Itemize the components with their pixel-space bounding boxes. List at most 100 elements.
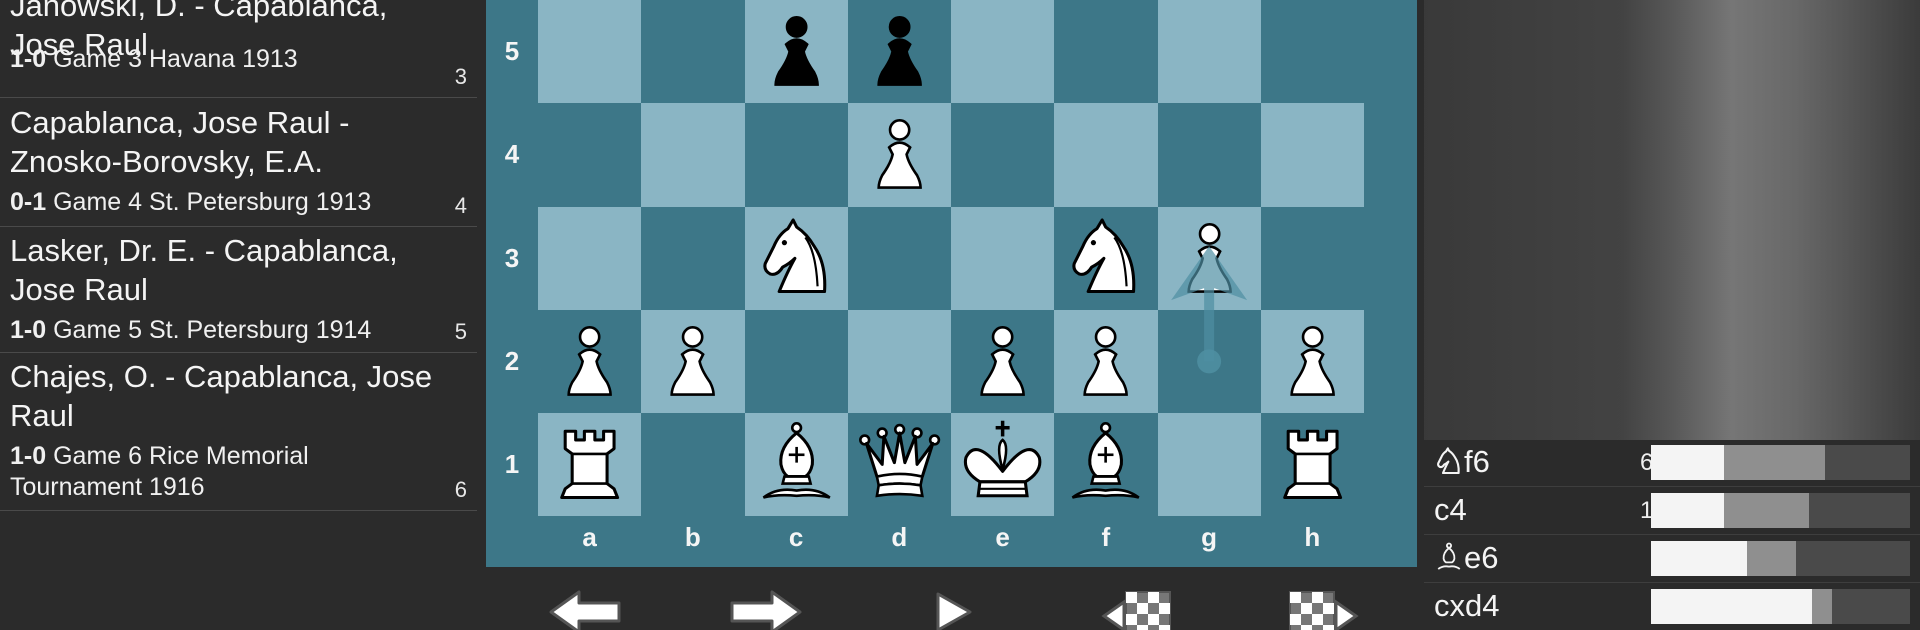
previous-game-button[interactable] xyxy=(1098,588,1178,630)
game-event: Game 4 St. Petersburg 1913 xyxy=(53,188,372,216)
move-result-bar xyxy=(1651,445,1910,480)
game-event: Game 5 St. Petersburg 1914 xyxy=(53,316,372,344)
game-number: 4 xyxy=(454,193,467,218)
white-bishop-icon[interactable] xyxy=(1062,419,1149,506)
white-pawn-icon[interactable] xyxy=(1166,213,1253,300)
white-knight-icon[interactable] xyxy=(1062,213,1149,300)
game-players: Capablanca, Jose Raul - Znosko-Borovsky,… xyxy=(10,105,350,179)
board-square-g4[interactable] xyxy=(1157,103,1261,207)
board-square-e4[interactable] xyxy=(951,103,1055,207)
move-result-bar xyxy=(1651,493,1910,528)
game-list-item[interactable]: Lasker, Dr. E. - Capablanca, Jose Raul 1-… xyxy=(0,227,477,353)
move-result-bar xyxy=(1651,541,1910,576)
explorer-move-row[interactable]: cxd49 xyxy=(1424,584,1920,630)
game-meta: 1-0 Game 3 Havana 1913 xyxy=(10,44,430,75)
file-label: g xyxy=(1201,522,1218,552)
rank-label: 5 xyxy=(504,36,520,66)
game-meta: 1-0 Game 6 Rice Memorial Tournament 1916 xyxy=(10,441,430,503)
game-result: 1-0 xyxy=(10,316,47,344)
bishop-icon xyxy=(1434,540,1464,575)
white-bishop-icon[interactable] xyxy=(753,419,840,506)
board-square-a4[interactable] xyxy=(538,103,642,207)
explorer-move-row[interactable]: e613 xyxy=(1424,536,1920,583)
opening-explorer: f6666c4101e613cxd49 xyxy=(1424,0,1920,630)
white-king-icon[interactable] xyxy=(959,419,1046,506)
play-button[interactable] xyxy=(910,588,990,630)
board-square-e5[interactable] xyxy=(951,0,1055,104)
rank-label: 2 xyxy=(504,345,520,376)
next-game-button[interactable] xyxy=(1282,588,1362,630)
black-pawn-icon[interactable] xyxy=(753,6,840,93)
white-pawn-icon[interactable] xyxy=(1062,316,1149,403)
game-event: Game 3 Havana 1913 xyxy=(53,45,298,73)
game-meta: 1-0 Game 5 St. Petersburg 1914 xyxy=(10,315,430,346)
board-square-a5[interactable] xyxy=(538,0,642,104)
explorer-move-row[interactable]: c4101 xyxy=(1424,488,1920,535)
board-square-b1[interactable] xyxy=(641,413,745,517)
white-pawn-icon[interactable] xyxy=(649,316,736,403)
rank-label: 4 xyxy=(504,139,520,170)
white-pawn-icon[interactable] xyxy=(546,316,633,403)
game-result: 1-0 xyxy=(10,442,47,470)
previous-game-icon xyxy=(1098,588,1178,630)
board-square-b3[interactable] xyxy=(641,206,745,310)
white-pawn-icon[interactable] xyxy=(856,109,943,196)
game-list-item[interactable]: Capablanca, Jose Raul - Znosko-Borovsky,… xyxy=(0,99,477,227)
file-label: a xyxy=(582,522,597,552)
move-notation: e6 xyxy=(1464,540,1499,575)
game-players: Chajes, O. - Capablanca, Jose Raul xyxy=(10,359,433,433)
game-list-item[interactable]: Janowski, D. - Capablanca, Jose Raul 1-0 … xyxy=(0,0,477,98)
white-pawn-icon[interactable] xyxy=(959,316,1046,403)
move-notation: f6 xyxy=(1464,444,1490,479)
board-square-e3[interactable] xyxy=(951,206,1055,310)
file-label: d xyxy=(891,522,908,552)
bar-draws xyxy=(1723,445,1825,480)
board-square-f4[interactable] xyxy=(1054,103,1158,207)
bar-black-wins xyxy=(1832,589,1910,624)
game-players: Lasker, Dr. E. - Capablanca, Jose Raul xyxy=(10,233,398,307)
back-arrow-button[interactable] xyxy=(545,588,625,630)
bar-draws xyxy=(1746,541,1797,576)
board-panel: 5 4 3 2 1 a b c d e f g h xyxy=(486,0,1417,567)
game-meta: 0-1 Game 4 St. Petersburg 1913 xyxy=(10,187,430,218)
game-result: 1-0 xyxy=(10,45,47,73)
black-pawn-icon[interactable] xyxy=(856,6,943,93)
white-pawn-icon[interactable] xyxy=(1269,316,1356,403)
game-event: Game 6 Rice Memorial Tournament 1916 xyxy=(10,442,309,501)
game-list[interactable]: Janowski, D. - Capablanca, Jose Raul 1-0 … xyxy=(0,0,477,630)
board-square-h4[interactable] xyxy=(1260,103,1364,207)
white-rook-icon[interactable] xyxy=(546,419,633,506)
board-square-b4[interactable] xyxy=(641,103,745,207)
game-list-item[interactable]: Chajes, O. - Capablanca, Jose Raul 1-0 Ga… xyxy=(0,353,477,511)
move-notation: cxd4 xyxy=(1434,588,1500,623)
explorer-history-blur xyxy=(1424,0,1920,440)
move-notation: c4 xyxy=(1434,492,1467,527)
board-square-f5[interactable] xyxy=(1054,0,1158,104)
white-queen-icon[interactable] xyxy=(856,419,943,506)
board-square-c2[interactable] xyxy=(744,309,848,413)
board-square-g2[interactable] xyxy=(1157,309,1261,413)
back-arrow-icon xyxy=(545,588,625,630)
board-square-a3[interactable] xyxy=(538,206,642,310)
board-square-g1[interactable] xyxy=(1157,413,1261,517)
board-square-h5[interactable] xyxy=(1260,0,1364,104)
next-game-icon xyxy=(1282,588,1362,630)
board-square-b5[interactable] xyxy=(641,0,745,104)
bar-black-wins xyxy=(1796,541,1910,576)
explorer-move-row[interactable]: f6666 xyxy=(1424,440,1920,487)
board-square-d3[interactable] xyxy=(847,206,951,310)
white-rook-icon[interactable] xyxy=(1269,419,1356,506)
board-square-d2[interactable] xyxy=(847,309,951,413)
game-number: 6 xyxy=(454,477,467,502)
forward-arrow-button[interactable] xyxy=(726,588,806,630)
move-san: c4 xyxy=(1434,492,1467,528)
board-square-g5[interactable] xyxy=(1157,0,1261,104)
game-result: 0-1 xyxy=(10,188,47,216)
bar-white-wins xyxy=(1651,589,1812,624)
chess-board[interactable] xyxy=(538,0,1364,517)
play-icon xyxy=(910,588,990,630)
white-knight-icon[interactable] xyxy=(753,213,840,300)
board-square-h3[interactable] xyxy=(1260,206,1364,310)
bar-white-wins xyxy=(1651,493,1724,528)
board-square-c4[interactable] xyxy=(744,103,848,207)
